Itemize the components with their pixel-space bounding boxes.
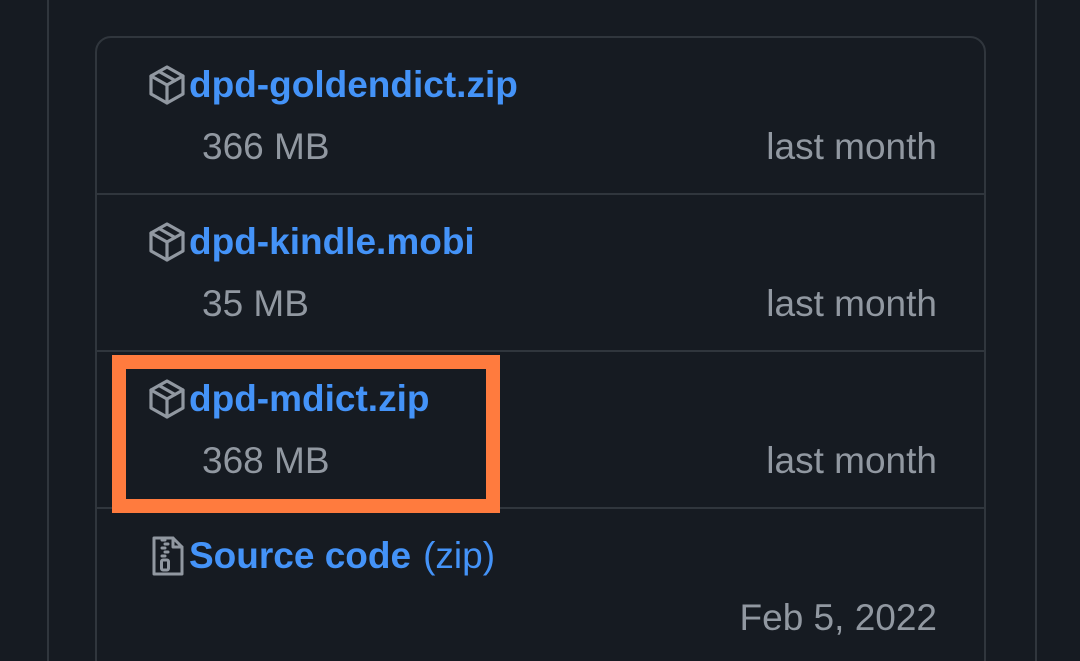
asset-link-kindle[interactable]: dpd-kindle.mobi	[189, 220, 475, 264]
asset-size: 35 MB	[202, 283, 309, 324]
file-zip-icon	[152, 536, 184, 576]
asset-date: last month	[766, 440, 937, 481]
asset-row[interactable]: dpd-kindle.mobi 35 MB last month	[97, 193, 984, 350]
asset-title: dpd-goldendict.zip	[145, 63, 518, 107]
asset-link-source-code[interactable]: Source code	[189, 534, 411, 578]
release-assets-page: dpd-goldendict.zip 366 MB last month dpd…	[0, 0, 1080, 661]
asset-row[interactable]: dpd-mdict.zip 368 MB last month	[97, 350, 984, 507]
package-icon	[149, 379, 185, 419]
assets-list: dpd-goldendict.zip 366 MB last month dpd…	[95, 36, 986, 661]
asset-title: dpd-kindle.mobi	[145, 220, 475, 264]
asset-title: dpd-mdict.zip	[145, 377, 429, 421]
package-icon	[149, 65, 185, 105]
asset-date: last month	[766, 283, 937, 324]
asset-link-mdict[interactable]: dpd-mdict.zip	[189, 377, 429, 421]
asset-row[interactable]: Source code (zip) Feb 5, 2022	[97, 507, 984, 661]
package-icon	[149, 222, 185, 262]
asset-date: Feb 5, 2022	[739, 597, 937, 638]
asset-title: Source code (zip)	[145, 534, 495, 578]
asset-row[interactable]: dpd-goldendict.zip 366 MB last month	[97, 38, 984, 195]
asset-link-suffix[interactable]: (zip)	[423, 534, 495, 578]
asset-date: last month	[766, 126, 937, 167]
asset-size: 366 MB	[202, 126, 330, 167]
asset-size: 368 MB	[202, 440, 330, 481]
asset-link-goldendict[interactable]: dpd-goldendict.zip	[189, 63, 518, 107]
